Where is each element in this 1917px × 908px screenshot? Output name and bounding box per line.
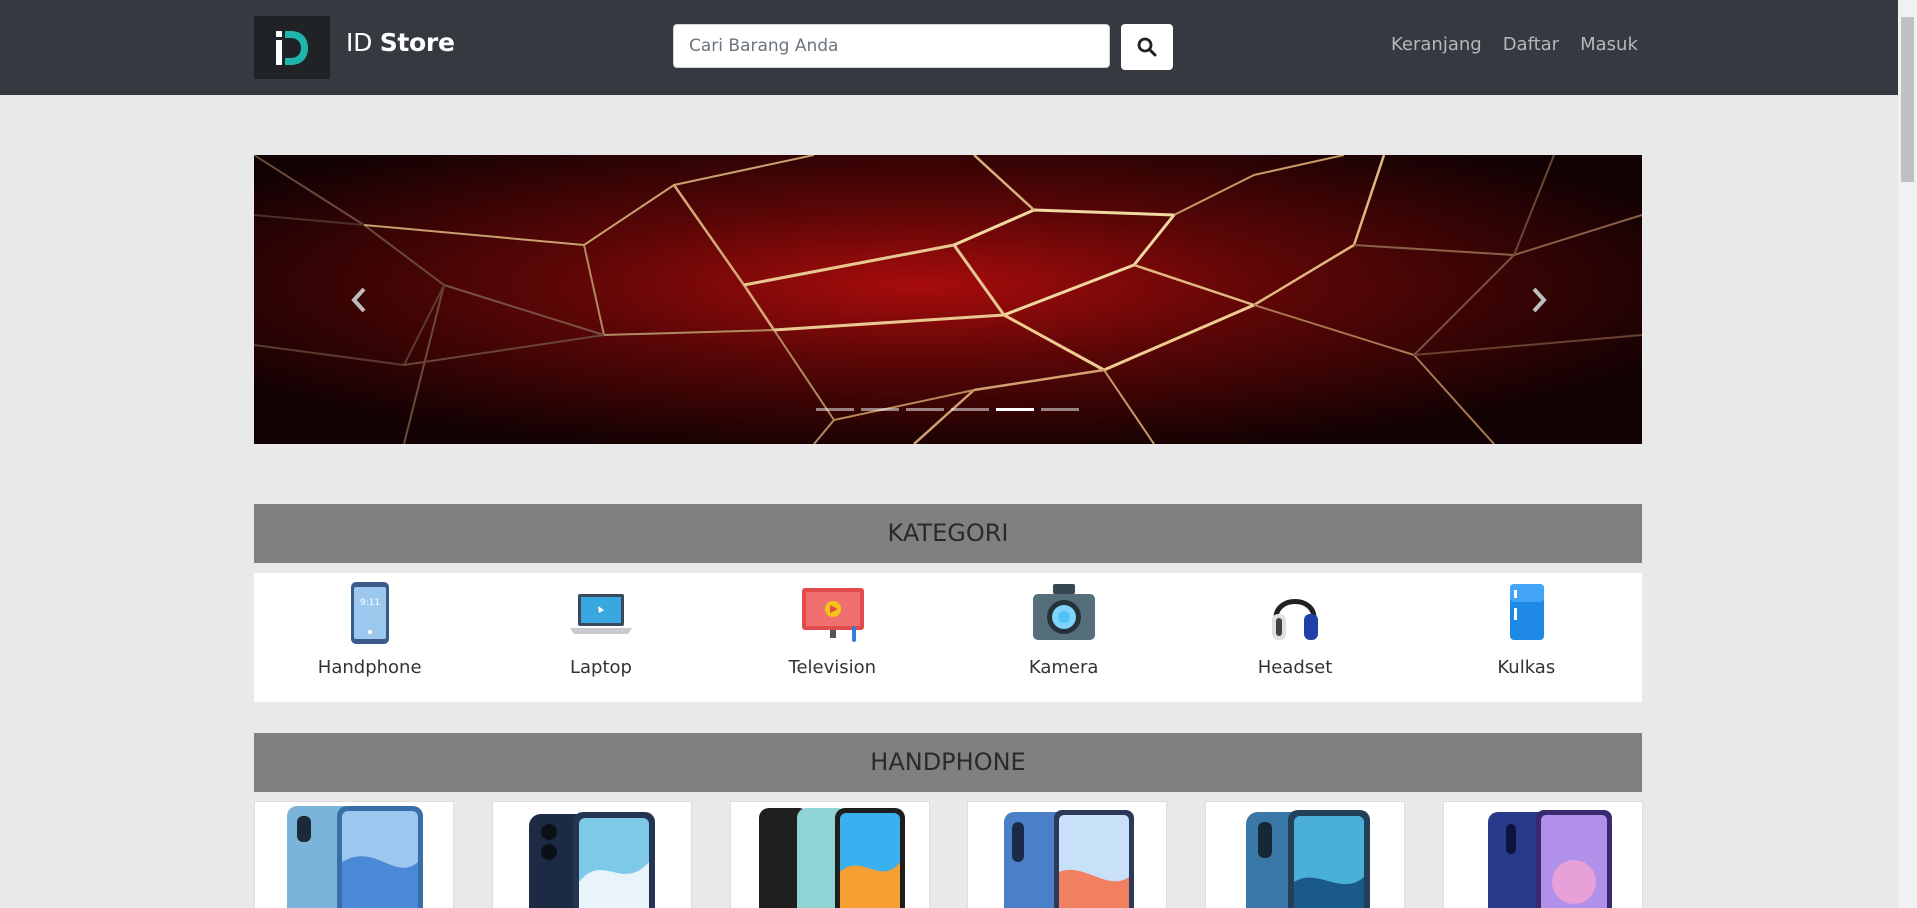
category-laptop[interactable]: Laptop (485, 573, 716, 702)
category-label: Television (788, 657, 877, 678)
category-television[interactable]: Television (717, 573, 948, 702)
nav-links: Keranjang Daftar Masuk (1391, 34, 1659, 55)
television-icon (801, 588, 864, 642)
carousel-indicator[interactable] (861, 408, 899, 411)
category-label: Kulkas (1497, 657, 1556, 678)
carousel-indicator-active[interactable] (996, 408, 1034, 411)
product-image (1004, 810, 1134, 908)
product-image (287, 806, 423, 908)
carousel-next-button[interactable] (1524, 283, 1554, 317)
category-handphone[interactable]: 9:11 Handphone (254, 573, 485, 702)
logo-mark-icon (276, 31, 308, 65)
product-card[interactable] (730, 801, 930, 908)
scrollbar[interactable] (1898, 0, 1917, 908)
carousel-indicators (816, 408, 1086, 411)
product-card[interactable] (254, 801, 454, 908)
brand-bold: Store (379, 28, 455, 57)
navbar: ID Store Keranjang Daftar Masuk (0, 0, 1898, 95)
nav-link-masuk[interactable]: Masuk (1580, 34, 1638, 55)
kategori-header: KATEGORI (254, 504, 1642, 563)
carousel-slide-image (254, 155, 1642, 444)
product-card[interactable] (1205, 801, 1405, 908)
nav-link-keranjang[interactable]: Keranjang (1391, 34, 1482, 55)
headset-icon (1272, 599, 1319, 640)
product-image (529, 812, 655, 908)
product-image (1488, 810, 1612, 908)
category-label: Laptop (570, 657, 632, 678)
category-list: 9:11 Handphone Laptop Television Kamera … (254, 573, 1642, 702)
handphone-header: HANDPHONE (254, 733, 1642, 792)
carousel-prev-button[interactable] (344, 283, 374, 317)
category-label: Kamera (1028, 657, 1099, 678)
category-label: Headset (1257, 657, 1333, 678)
product-image (759, 808, 905, 908)
hero-carousel (254, 155, 1642, 444)
category-kamera[interactable]: Kamera (948, 573, 1179, 702)
smartphone-icon: 9:11 (351, 582, 389, 644)
refrigerator-icon (1509, 584, 1544, 640)
brand-light: ID (346, 28, 373, 57)
kategori-title: KATEGORI (887, 519, 1009, 547)
category-headset[interactable]: Headset (1179, 573, 1410, 702)
product-card[interactable] (1443, 801, 1643, 908)
product-card[interactable] (967, 801, 1167, 908)
carousel-indicator[interactable] (906, 408, 944, 411)
nav-link-daftar[interactable]: Daftar (1503, 34, 1559, 55)
laptop-icon (570, 594, 633, 634)
svg-text:9:11: 9:11 (360, 598, 380, 608)
carousel-indicator[interactable] (1041, 408, 1079, 411)
carousel-indicator[interactable] (816, 408, 854, 411)
handphone-title: HANDPHONE (870, 748, 1026, 776)
carousel-indicator[interactable] (951, 408, 989, 411)
category-kulkas[interactable]: Kulkas (1411, 573, 1642, 702)
product-card[interactable] (492, 801, 692, 908)
scrollbar-thumb[interactable] (1901, 17, 1914, 182)
product-image (1246, 810, 1370, 908)
chevron-right-icon (1532, 287, 1547, 313)
brand-name[interactable]: ID Store (346, 28, 455, 57)
logo[interactable] (254, 16, 330, 79)
camera-icon (1032, 584, 1095, 640)
search-button[interactable] (1121, 24, 1173, 70)
search-icon (1137, 37, 1157, 57)
chevron-left-icon (351, 287, 366, 313)
category-label: Handphone (317, 657, 422, 678)
search-input[interactable] (673, 24, 1110, 68)
